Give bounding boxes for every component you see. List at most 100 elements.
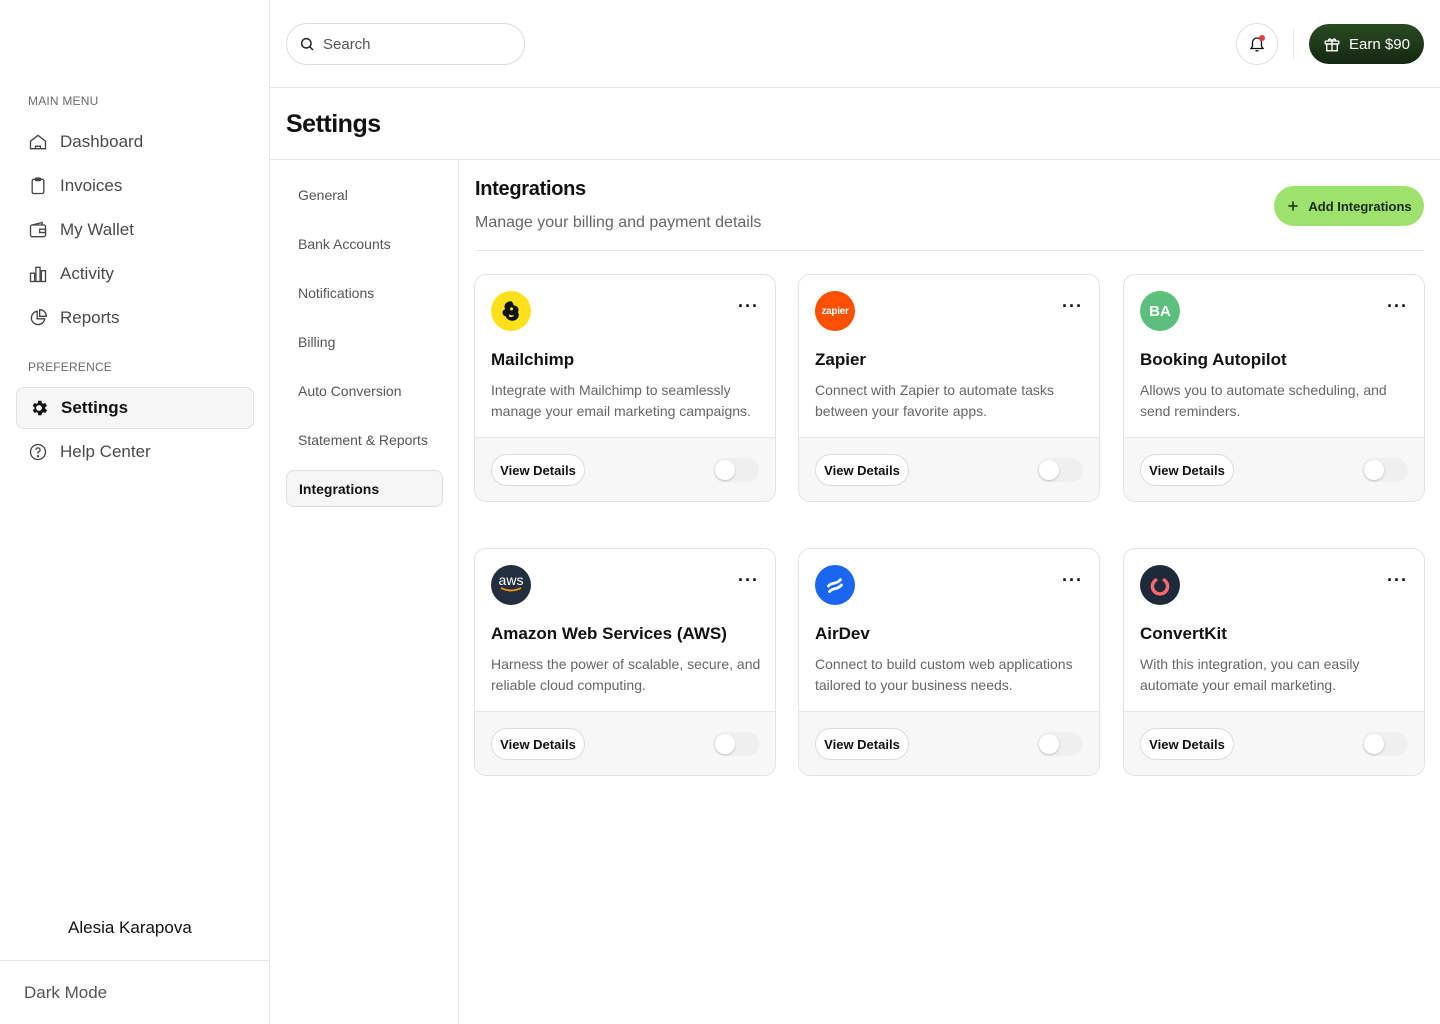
- integration-name: AirDev: [815, 624, 870, 643]
- plus-icon: [1288, 201, 1299, 211]
- integration-card-convertkit: ··· ConvertKit With this integration, yo…: [1123, 548, 1425, 776]
- sidebar-item-activity[interactable]: Activity: [16, 254, 254, 294]
- main-menu-label: MAIN MENU: [28, 94, 99, 108]
- sidebar-item-dashboard[interactable]: Dashboard: [16, 122, 254, 162]
- integration-toggle[interactable]: [713, 458, 759, 482]
- integration-toggle[interactable]: [1037, 732, 1083, 756]
- sidebar-item-label: Invoices: [60, 176, 123, 195]
- page-title: Settings: [286, 110, 381, 138]
- integration-toggle[interactable]: [1037, 458, 1083, 482]
- toggle-knob: [1364, 734, 1384, 754]
- integration-card-airdev: ··· AirDev Connect to build custom web a…: [798, 548, 1100, 776]
- dark-mode-toggle[interactable]: Dark Mode: [0, 960, 269, 1024]
- sidebar-item-settings[interactable]: Settings: [16, 387, 254, 429]
- more-options-icon[interactable]: ···: [1387, 571, 1408, 589]
- sidebar-item-label: Help Center: [60, 442, 151, 461]
- add-integrations-button[interactable]: Add Integrations: [1274, 186, 1424, 226]
- integration-toggle[interactable]: [1362, 732, 1408, 756]
- earn-button[interactable]: Earn $90: [1309, 24, 1424, 64]
- view-details-button[interactable]: View Details: [815, 728, 909, 760]
- toggle-knob: [1039, 734, 1059, 754]
- preference-label: PREFERENCE: [28, 360, 113, 374]
- card-footer: View Details: [475, 711, 775, 775]
- aws-logo: aws: [491, 565, 531, 605]
- sidebar-item-label: Settings: [61, 398, 129, 417]
- top-bar: Earn $90: [270, 0, 1440, 88]
- gear-icon: [32, 400, 48, 416]
- card-footer: View Details: [799, 711, 1099, 775]
- home-icon: [29, 134, 47, 150]
- clipboard-icon: [31, 177, 45, 195]
- card-footer: View Details: [1124, 437, 1424, 501]
- sidebar-item-my-wallet[interactable]: My Wallet: [16, 210, 254, 250]
- zapier-logo: zapier: [815, 291, 855, 331]
- notification-dot: [1259, 35, 1265, 41]
- integrations-divider: [475, 250, 1424, 251]
- view-details-button[interactable]: View Details: [491, 454, 585, 486]
- aws-logo-text: aws: [498, 572, 524, 588]
- integration-description: Harness the power of scalable, secure, a…: [491, 656, 761, 693]
- sidebar-item-label: My Wallet: [60, 220, 134, 239]
- integration-card-mailchimp: ··· Mailchimp Integrate with Mailchimp t…: [474, 274, 776, 502]
- pie-chart-icon: [30, 308, 48, 326]
- integrations-subtitle: Manage your billing and payment details: [475, 214, 762, 231]
- settings-tab-statement-reports[interactable]: Statement & Reports: [286, 421, 443, 458]
- sidebar-item-help-center[interactable]: Help Center: [16, 432, 254, 472]
- toggle-knob: [1364, 460, 1384, 480]
- integrations-title: Integrations: [475, 178, 586, 200]
- integration-description: Integrate with Mailchimp to seamlessly m…: [491, 382, 751, 419]
- integration-card-zapier: zapier ··· Zapier Connect with Zapier to…: [798, 274, 1100, 502]
- earn-label: Earn $90: [1349, 35, 1410, 53]
- integration-toggle[interactable]: [713, 732, 759, 756]
- settings-tab-general[interactable]: General: [286, 176, 443, 213]
- toggle-knob: [715, 460, 735, 480]
- view-details-button[interactable]: View Details: [1140, 454, 1234, 486]
- notifications-button[interactable]: [1236, 23, 1278, 65]
- integration-card-aws: aws ··· Amazon Web Services (AWS) Harnes…: [474, 548, 776, 776]
- sidebar-item-reports[interactable]: Reports: [16, 298, 254, 338]
- sidebar-item-label: Dashboard: [60, 132, 144, 151]
- settings-tab-bank-accounts[interactable]: Bank Accounts: [286, 225, 443, 262]
- sidebar-item-invoices[interactable]: Invoices: [16, 166, 254, 206]
- ba-logo-text: BA: [1149, 302, 1171, 320]
- settings-tab-integrations[interactable]: Integrations: [286, 470, 443, 507]
- settings-tab-notifications[interactable]: Notifications: [286, 274, 443, 311]
- add-integrations-label: Add Integrations: [1308, 198, 1412, 214]
- zapier-logo-text: zapier: [821, 305, 849, 317]
- airdev-logo: [815, 565, 855, 605]
- integration-card-booking-autopilot: BA ··· Booking Autopilot Allows you to a…: [1123, 274, 1425, 502]
- settings-tab-billing[interactable]: Billing: [286, 323, 443, 360]
- integration-description: Connect to build custom web applications…: [815, 656, 1073, 693]
- user-name[interactable]: Alesia Karapova: [68, 918, 192, 938]
- more-options-icon[interactable]: ···: [1062, 571, 1083, 589]
- more-options-icon[interactable]: ···: [738, 297, 759, 315]
- search-input[interactable]: [323, 35, 503, 53]
- topbar-divider: [1293, 28, 1294, 60]
- view-details-button[interactable]: View Details: [491, 728, 585, 760]
- integration-description: Allows you to automate scheduling, and s…: [1140, 382, 1387, 419]
- help-icon: [29, 443, 47, 461]
- view-details-button[interactable]: View Details: [815, 454, 909, 486]
- wallet-icon: [29, 221, 47, 238]
- integration-name: ConvertKit: [1140, 624, 1227, 643]
- integration-name: Booking Autopilot: [1140, 350, 1287, 369]
- more-options-icon[interactable]: ···: [1387, 297, 1408, 315]
- gift-icon: [1324, 38, 1340, 52]
- ba-logo: BA: [1140, 291, 1180, 331]
- aws-smile-icon: [500, 587, 522, 592]
- integration-name: Zapier: [815, 350, 867, 369]
- more-options-icon[interactable]: ···: [738, 571, 759, 589]
- card-footer: View Details: [1124, 711, 1424, 775]
- view-details-button[interactable]: View Details: [1140, 728, 1234, 760]
- sidebar-item-label: Reports: [60, 308, 120, 327]
- integration-toggle[interactable]: [1362, 458, 1408, 482]
- settings-tab-auto-conversion[interactable]: Auto Conversion: [286, 372, 443, 409]
- integration-name: Amazon Web Services (AWS): [491, 624, 727, 643]
- mailchimp-logo: [491, 291, 531, 331]
- search-icon: [300, 37, 314, 51]
- settings-nav: General Bank Accounts Notifications Bill…: [270, 160, 459, 1024]
- convertkit-logo: [1140, 565, 1180, 605]
- more-options-icon[interactable]: ···: [1062, 297, 1083, 315]
- toggle-knob: [1039, 460, 1059, 480]
- search-box[interactable]: [286, 23, 525, 65]
